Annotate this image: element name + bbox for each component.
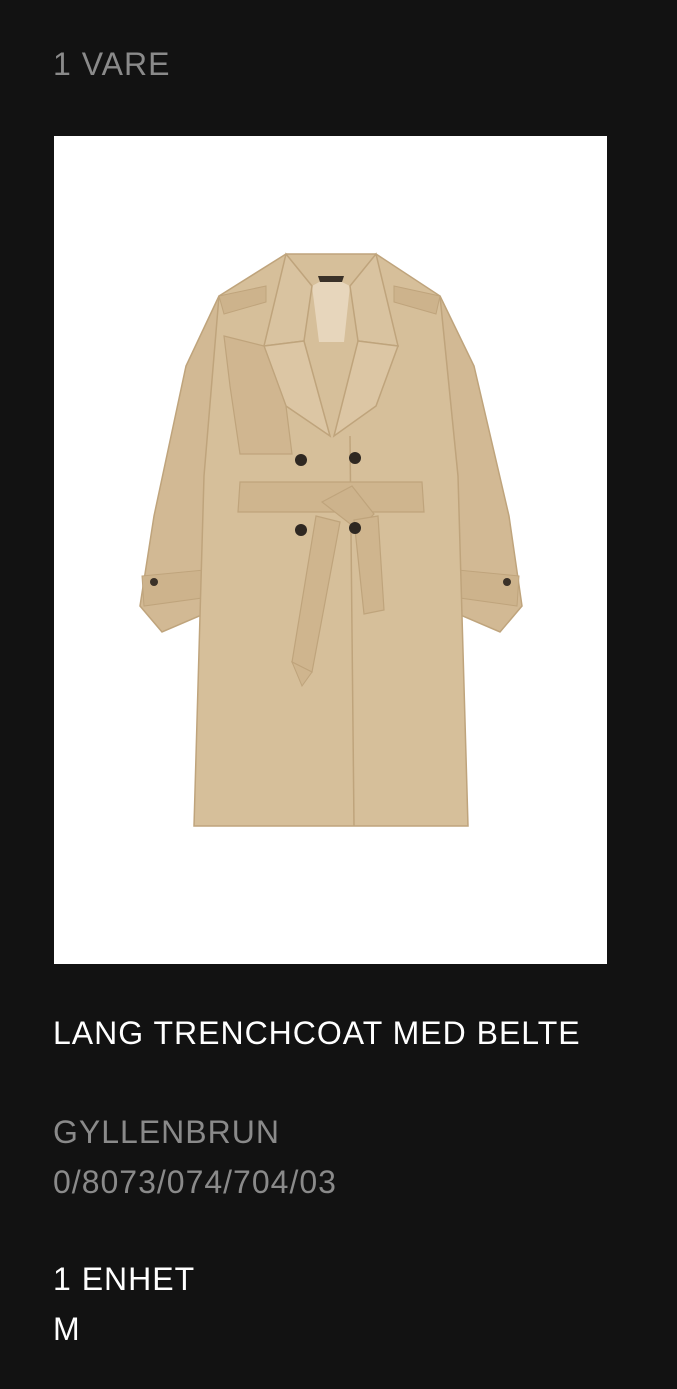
product-size: M (53, 1311, 81, 1347)
product-reference: 0/8073/074/704/03 (53, 1164, 337, 1200)
product-name[interactable]: LANG TRENCHCOAT MED BELTE (53, 1008, 613, 1058)
product-color: GYLLENBRUN (53, 1114, 280, 1150)
cart-item-count: 1 VARE (53, 46, 171, 82)
product-units: 1 ENHET (53, 1261, 196, 1297)
trench-coat-illustration (139, 252, 523, 827)
product-image[interactable] (54, 136, 607, 964)
